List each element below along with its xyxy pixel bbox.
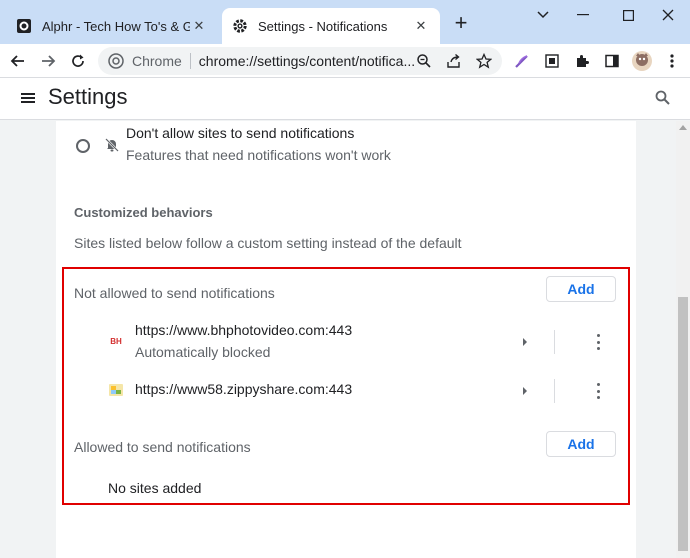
close-icon[interactable]: ✕ [190, 17, 208, 35]
site-row[interactable]: https://www58.zippyshare.com:443 [56, 371, 636, 413]
bhphoto-favicon-icon: BH [108, 333, 124, 349]
tab-title: Settings - Notifications [258, 18, 388, 34]
minimize-icon[interactable] [560, 0, 606, 30]
arrow-right-icon[interactable] [523, 387, 527, 395]
window-close-icon[interactable] [645, 0, 690, 30]
dont-allow-label: Don't allow sites to send notifications [126, 125, 355, 141]
omnibox-divider [189, 53, 191, 69]
add-allowed-site-button[interactable]: Add [546, 431, 616, 457]
forward-arrow-icon[interactable] [36, 49, 60, 73]
side-panel-icon[interactable] [600, 49, 624, 73]
scroll-up-arrow-icon[interactable] [679, 125, 687, 130]
zoom-icon[interactable] [412, 49, 436, 73]
tab-title: Alphr - Tech How To's & Guides [42, 18, 190, 34]
back-arrow-icon[interactable] [6, 49, 30, 73]
zippyshare-favicon-icon [108, 382, 124, 398]
screenshot-extension-icon[interactable] [540, 49, 564, 73]
row-divider [554, 330, 555, 354]
svg-text:BH: BH [110, 337, 122, 346]
hamburger-menu-icon[interactable] [18, 88, 38, 108]
page-scrollbar[interactable] [676, 121, 690, 558]
more-actions-icon[interactable] [592, 334, 604, 350]
url-text[interactable]: chrome://settings/content/notifica... [199, 53, 417, 69]
tab-settings[interactable]: Settings - Notifications ✕ [222, 8, 440, 44]
more-menu-icon[interactable] [660, 49, 684, 73]
settings-header: Settings [0, 78, 690, 120]
allowed-heading: Allowed to send notifications [74, 439, 251, 455]
search-icon[interactable] [654, 89, 672, 107]
customized-behaviors-title: Customized behaviors [74, 205, 213, 220]
settings-content: Don't allow sites to send notifications … [0, 121, 676, 558]
close-icon[interactable]: ✕ [412, 17, 430, 35]
bell-off-icon [104, 137, 120, 153]
site-url: https://www58.zippyshare.com:443 [135, 381, 353, 397]
site-url: https://www.bhphotovideo.com:443 [135, 322, 353, 338]
row-divider [554, 379, 555, 403]
page-title: Settings [48, 84, 128, 109]
browser-toolbar: Chrome chrome://settings/content/notific… [0, 44, 690, 78]
site-row[interactable]: BH https://www.bhphotovideo.com:443 Auto… [56, 317, 636, 360]
more-actions-icon[interactable] [592, 383, 604, 399]
not-allowed-heading: Not allowed to send notifications [74, 285, 275, 301]
gear-icon [232, 18, 248, 34]
add-blocked-site-button[interactable]: Add [546, 276, 616, 302]
site-status: Automatically blocked [135, 344, 271, 360]
arrow-right-icon[interactable] [523, 338, 527, 346]
chrome-logo-icon [108, 53, 124, 69]
tab-alphr[interactable]: Alphr - Tech How To's & Guides ✕ [6, 8, 218, 44]
dont-allow-sublabel: Features that need notifications won't w… [126, 147, 391, 163]
bookmark-star-icon[interactable] [472, 49, 496, 73]
notifications-card: Don't allow sites to send notifications … [56, 121, 636, 558]
dont-allow-radio[interactable] [76, 139, 90, 153]
scrollbar-thumb[interactable] [678, 297, 688, 551]
chrome-chip-label: Chrome [132, 53, 182, 69]
no-sites-added-text: No sites added [108, 480, 202, 496]
share-icon[interactable] [442, 49, 466, 73]
alphr-favicon-icon [16, 18, 32, 34]
reload-icon[interactable] [66, 49, 90, 73]
tab-strip: Alphr - Tech How To's & Guides ✕ Setting… [0, 0, 690, 44]
new-tab-plus-icon[interactable]: + [448, 10, 474, 36]
extensions-puzzle-icon[interactable] [570, 49, 594, 73]
customized-behaviors-description: Sites listed below follow a custom setti… [74, 235, 462, 251]
profile-avatar[interactable] [630, 49, 654, 73]
feather-extension-icon[interactable] [510, 49, 534, 73]
